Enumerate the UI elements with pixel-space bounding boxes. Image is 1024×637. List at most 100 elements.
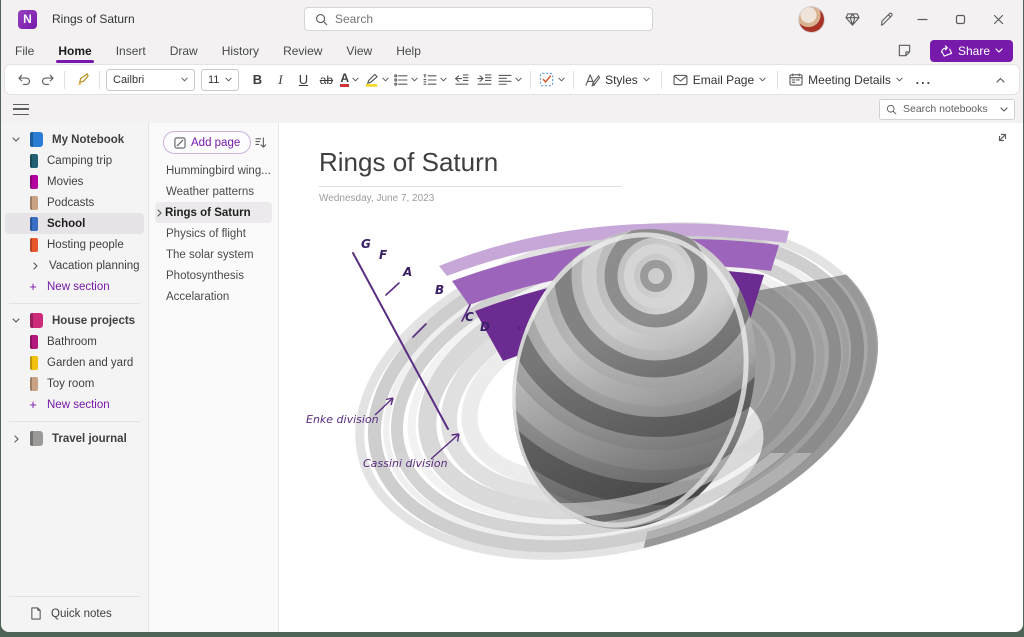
notebook-house-projects[interactable]: House projects (5, 310, 144, 331)
sticky-note-icon (897, 43, 912, 58)
section-label: School (47, 218, 85, 230)
tab-draw[interactable]: Draw (166, 41, 202, 61)
highlight-button[interactable] (362, 68, 391, 92)
section-tab-icon (30, 335, 38, 349)
redo-icon (40, 73, 55, 86)
share-button[interactable]: Share (930, 40, 1013, 62)
page-item-rings-of-saturn[interactable]: Rings of Saturn (155, 202, 272, 223)
tab-insert[interactable]: Insert (112, 41, 150, 61)
close-button[interactable] (981, 4, 1015, 34)
gem-icon (845, 13, 860, 26)
numbered-list-button[interactable] (421, 68, 449, 92)
section-movies[interactable]: Movies (5, 171, 144, 192)
italic-button[interactable]: I (269, 68, 291, 92)
section-garden-and-yard[interactable]: Garden and yard (5, 352, 144, 373)
search-icon (315, 13, 328, 26)
tab-help[interactable]: Help (392, 41, 425, 61)
tab-review[interactable]: Review (279, 41, 326, 61)
ring-letter-g: G (361, 237, 371, 251)
feedback-pen-button[interactable] (871, 5, 901, 33)
expand-page-button[interactable] (996, 131, 1009, 144)
page-item-hummingbird[interactable]: Hummingbird wing... (155, 160, 272, 181)
notebook-my-notebook[interactable]: My Notebook (5, 129, 144, 150)
font-name-select[interactable]: Cailbri (106, 69, 195, 91)
page-label: Physics of flight (166, 228, 246, 240)
user-avatar[interactable] (798, 6, 825, 33)
copy-page-button[interactable] (890, 37, 920, 65)
email-page-button[interactable]: Email Page (668, 73, 771, 87)
decrease-indent-button[interactable] (450, 68, 472, 92)
sidebar-divider (9, 421, 140, 422)
new-section-button[interactable]: + New section (5, 276, 144, 297)
chevron-down-icon (411, 77, 418, 82)
tab-file[interactable]: File (11, 41, 38, 61)
page-item-the-solar-system[interactable]: The solar system (155, 244, 272, 265)
compose-icon (174, 137, 186, 149)
add-page-label: Add page (191, 137, 240, 149)
section-school[interactable]: School (5, 213, 144, 234)
section-label: Bathroom (47, 336, 97, 348)
notebook-travel-journal[interactable]: Travel journal (5, 428, 144, 449)
todo-tag-button[interactable] (537, 68, 567, 92)
bold-button[interactable]: B (246, 68, 268, 92)
page-label: Accelaration (166, 291, 229, 303)
minimize-button[interactable] (905, 4, 939, 34)
section-group-vacation-planning[interactable]: Vacation planning (5, 255, 144, 276)
page-label: The solar system (166, 249, 254, 261)
page-title[interactable]: Rings of Saturn (319, 147, 498, 178)
section-label: Movies (47, 176, 83, 188)
section-hosting-people[interactable]: Hosting people (5, 234, 144, 255)
section-bathroom[interactable]: Bathroom (5, 331, 144, 352)
tab-home[interactable]: Home (54, 41, 95, 61)
font-color-button[interactable]: A (338, 68, 361, 92)
add-page-button[interactable]: Add page (163, 131, 251, 154)
section-tab-icon (30, 217, 38, 231)
notebook-icon (30, 313, 43, 328)
format-painter-button[interactable] (71, 68, 93, 92)
notebook-icon (30, 132, 43, 147)
more-commands-button[interactable]: ... (913, 68, 935, 92)
align-button[interactable] (496, 68, 524, 92)
increase-indent-button[interactable] (473, 68, 495, 92)
sort-pages-button[interactable] (255, 137, 268, 149)
global-search-box[interactable]: Search (304, 7, 653, 31)
strikethrough-button[interactable]: ab (315, 68, 337, 92)
meeting-details-button[interactable]: Meeting Details (784, 73, 908, 87)
tab-history[interactable]: History (218, 41, 263, 61)
quick-notes-button[interactable]: Quick notes (5, 603, 144, 624)
page-item-accelaration[interactable]: Accelaration (155, 286, 272, 307)
page-item-physics-of-flight[interactable]: Physics of flight (155, 223, 272, 244)
chevron-right-icon (33, 262, 38, 270)
page-label: Rings of Saturn (165, 207, 251, 219)
title-divider (319, 186, 621, 187)
underline-button[interactable]: U (292, 68, 314, 92)
chevron-down-icon (643, 77, 650, 82)
bullet-list-button[interactable] (392, 68, 420, 92)
envelope-icon (673, 74, 688, 86)
section-toy-room[interactable]: Toy room (5, 373, 144, 394)
page-canvas[interactable]: Rings of Saturn Wednesday, June 7, 2023 (279, 123, 1023, 632)
new-section-button[interactable]: + New section (5, 394, 144, 415)
tab-view[interactable]: View (342, 41, 376, 61)
nav-hamburger-button[interactable] (13, 104, 29, 115)
format-painter-icon (75, 73, 90, 87)
page-item-weather-patterns[interactable]: Weather patterns (155, 181, 272, 202)
notebook-search-box[interactable]: Search notebooks (879, 99, 1015, 120)
section-tab-icon (30, 196, 38, 210)
align-left-icon (498, 74, 512, 86)
notebooks-sidebar: My Notebook Camping trip Movies Podcasts… (1, 123, 149, 632)
maximize-button[interactable] (943, 4, 977, 34)
page-item-photosynthesis[interactable]: Photosynthesis (155, 265, 272, 286)
section-podcasts[interactable]: Podcasts (5, 192, 144, 213)
collapse-ribbon-button[interactable] (989, 68, 1011, 92)
premium-gem-button[interactable] (837, 5, 867, 33)
chevron-right-icon (157, 209, 162, 217)
sort-icon (255, 137, 268, 149)
styles-button[interactable]: Styles (580, 73, 655, 87)
section-camping-trip[interactable]: Camping trip (5, 150, 144, 171)
undo-button[interactable] (13, 68, 35, 92)
title-bar: N Rings of Saturn Search (1, 0, 1023, 38)
new-section-label: New section (47, 399, 110, 411)
font-size-select[interactable]: 11 (201, 69, 239, 91)
redo-button[interactable] (36, 68, 58, 92)
